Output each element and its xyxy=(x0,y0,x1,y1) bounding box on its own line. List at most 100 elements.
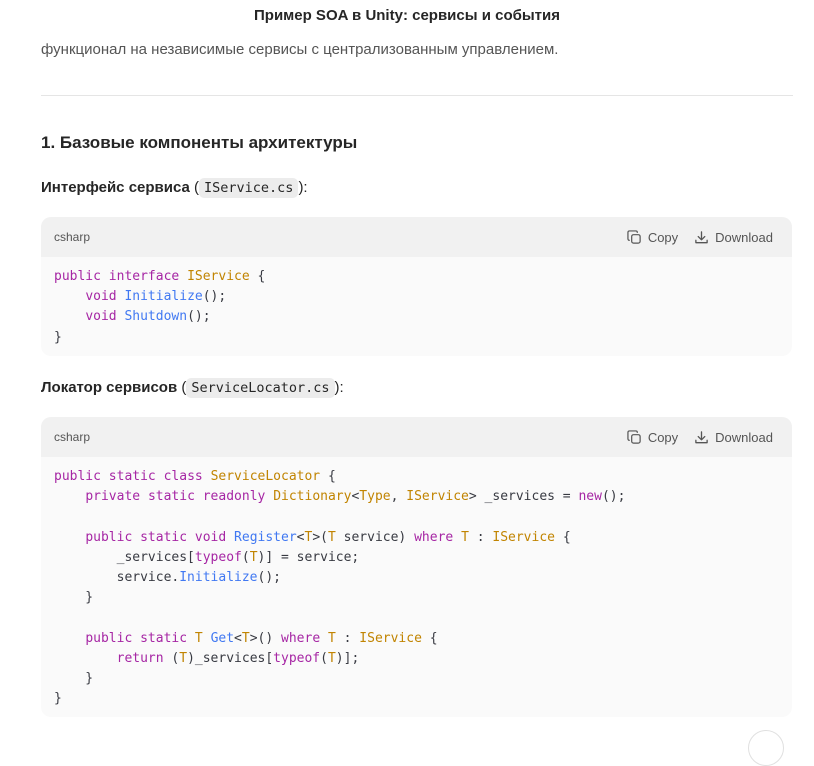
copy-label: Copy xyxy=(647,229,679,245)
paren-close: ): xyxy=(334,379,344,396)
code-token: typeof xyxy=(273,650,321,666)
code-token: Register xyxy=(234,529,297,545)
code-token: )_services[ xyxy=(187,650,274,666)
code-block-interface: csharp Copy Download public interface IS… xyxy=(41,217,792,356)
download-button[interactable]: Download xyxy=(694,230,773,245)
code-token: public xyxy=(54,469,101,484)
paren-open: ( xyxy=(189,179,200,196)
code-line: _services[typeof(T)] = service; xyxy=(54,549,360,565)
code-language-label: csharp xyxy=(54,430,91,444)
code-token: : xyxy=(468,529,493,545)
code-token: static xyxy=(140,630,188,646)
code-line: } xyxy=(54,330,62,345)
code-token: Type xyxy=(359,489,391,505)
code-block-locator: csharp Copy Download public static class… xyxy=(41,417,792,717)
download-icon xyxy=(694,230,709,245)
code-token: } xyxy=(54,691,62,707)
code-token: service. xyxy=(54,570,180,586)
code-token: T xyxy=(461,529,469,545)
copy-icon xyxy=(627,229,642,245)
code-token: { xyxy=(555,529,571,545)
code-line: void Shutdown(); xyxy=(54,309,210,325)
code-token: )] = service; xyxy=(257,549,360,565)
copy-label: Copy xyxy=(647,429,679,445)
code-token: typeof xyxy=(194,549,242,565)
code-line: public static T Get<T>() where T : IServ… xyxy=(54,630,438,646)
code-token: static xyxy=(140,529,188,545)
code-content: public static class ServiceLocator { pri… xyxy=(41,457,792,717)
code-token: } xyxy=(54,590,94,606)
code-token: interface xyxy=(108,269,180,284)
scroll-to-bottom-button[interactable] xyxy=(748,730,784,766)
code-line: } xyxy=(54,691,62,706)
code-token: : xyxy=(335,630,360,646)
code-actions: Copy Download xyxy=(627,217,773,257)
item-label: Интерфейс сервиса xyxy=(41,179,190,196)
code-token: , xyxy=(390,489,407,505)
divider xyxy=(41,95,793,96)
code-token: class xyxy=(163,469,203,484)
section-heading: 1. Базовые компоненты архитектуры xyxy=(41,133,358,152)
item-label: Локатор сервисов xyxy=(41,379,178,396)
download-icon xyxy=(694,430,709,445)
code-token: void xyxy=(85,289,117,305)
code-token: private xyxy=(85,489,141,505)
copy-button[interactable]: Copy xyxy=(627,230,678,245)
code-content: public interface IService { void Initial… xyxy=(41,257,792,356)
code-token: T xyxy=(327,630,336,646)
code-token: ServiceLocator xyxy=(210,469,321,484)
download-button[interactable]: Download xyxy=(694,430,773,445)
code-token: void xyxy=(194,529,227,545)
code-line: public interface IService { xyxy=(54,269,265,284)
code-token: where xyxy=(281,630,321,646)
code-token: service) xyxy=(335,529,415,545)
code-token: ( xyxy=(241,549,250,565)
code-token: >( xyxy=(312,529,328,545)
code-token: (); xyxy=(257,570,281,586)
code-token: T xyxy=(179,650,188,666)
code-line: service.Initialize(); xyxy=(54,570,281,585)
code-token: ( xyxy=(163,650,180,666)
code-token: new xyxy=(578,489,602,505)
code-token: Get xyxy=(210,630,235,646)
code-token: { xyxy=(320,469,336,484)
copy-button[interactable]: Copy xyxy=(627,430,678,445)
code-token: T xyxy=(327,529,336,545)
code-token: Shutdown xyxy=(124,309,188,325)
code-language-label: csharp xyxy=(54,230,91,244)
inline-code-filename: IService.cs xyxy=(199,178,299,198)
copy-icon xyxy=(627,429,642,445)
code-token: { xyxy=(421,630,438,646)
code-token: T xyxy=(194,630,203,646)
code-token: Dictionary xyxy=(273,489,352,505)
code-token: IService xyxy=(187,269,250,284)
item-heading-locator: Локатор сервисов (ServiceLocator.cs): xyxy=(41,376,344,400)
code-token: )]; xyxy=(335,650,360,666)
code-line: public static class ServiceLocator { xyxy=(54,469,336,484)
code-token: > _services = xyxy=(468,489,579,505)
download-label: Download xyxy=(715,429,773,445)
code-token: public xyxy=(54,269,101,284)
code-token: public xyxy=(85,630,133,646)
code-token: static xyxy=(108,469,156,484)
code-header: csharp Copy Download xyxy=(41,417,792,457)
code-token: static xyxy=(147,489,195,505)
code-token: < xyxy=(296,529,305,545)
code-token: >() xyxy=(249,630,282,646)
intro-text: функционал на независимые сервисы с цент… xyxy=(41,41,559,58)
